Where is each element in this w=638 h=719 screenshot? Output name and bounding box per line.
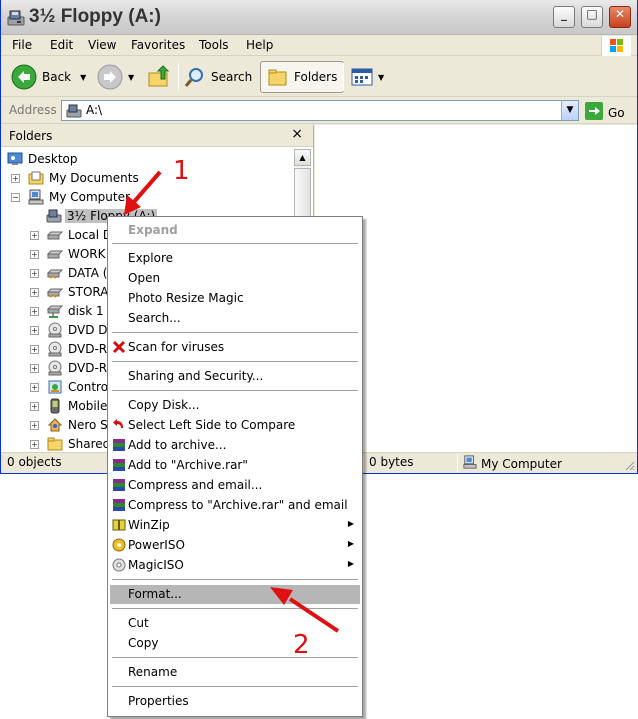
annotation-arrow-1 [124, 170, 162, 215]
annotation-overlay [124, 170, 340, 633]
annotation-step-2: 2 [293, 630, 310, 660]
annotation-step-1: 1 [173, 156, 190, 186]
annotation-arrow-2 [270, 587, 340, 633]
